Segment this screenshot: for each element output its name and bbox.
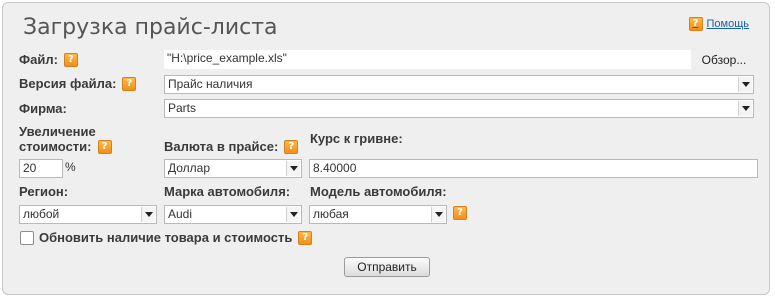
car-brand-select-value: Audi	[168, 207, 193, 221]
currency-label-row: Валюта в прайсе: ?	[164, 139, 299, 154]
help-icon: ?	[688, 17, 703, 31]
car-model-select[interactable]: любая	[309, 205, 447, 224]
rate-input[interactable]: 8.40000	[309, 159, 758, 178]
help-link[interactable]: ? Помощь	[688, 17, 750, 31]
version-label: Версия файла:	[19, 76, 117, 91]
increase-label-line2-row: стоимости: ?	[19, 139, 112, 154]
firm-label-row: Фирма:	[19, 101, 67, 116]
chevron-down-icon	[286, 161, 300, 176]
car-model-help-icon[interactable]: ?	[453, 206, 467, 220]
version-help-icon[interactable]: ?	[122, 76, 137, 91]
increase-input[interactable]: 20	[19, 159, 63, 178]
chevron-down-icon	[286, 207, 300, 222]
help-link-label[interactable]: Помощь	[707, 18, 750, 30]
firm-select[interactable]: Parts	[164, 99, 754, 118]
car-brand-label: Марка автомобиля:	[164, 184, 291, 199]
currency-select[interactable]: Доллар	[164, 159, 302, 178]
version-label-row: Версия файла: ?	[19, 76, 137, 91]
region-label: Регион:	[19, 184, 69, 199]
percent-unit: %	[65, 160, 76, 174]
chevron-down-icon	[141, 207, 155, 222]
region-select[interactable]: любой	[19, 205, 157, 224]
car-brand-select[interactable]: Audi	[164, 205, 302, 224]
page-title: Загрузка прайс-листа	[23, 15, 278, 40]
region-select-value: любой	[23, 207, 60, 221]
increase-help-icon[interactable]: ?	[97, 139, 112, 154]
file-label: Файл:	[19, 52, 58, 67]
firm-label: Фирма:	[19, 101, 67, 116]
currency-select-value: Доллар	[168, 161, 211, 175]
rate-label: Курс к гривне:	[310, 131, 403, 146]
chevron-down-icon	[738, 77, 752, 92]
update-help-icon[interactable]: ?	[298, 230, 313, 245]
increase-label-block: Увеличение стоимости: ?	[19, 124, 112, 154]
chevron-down-icon	[431, 207, 445, 222]
upload-panel: Загрузка прайс-листа ? Помощь	[2, 2, 770, 295]
increase-label-line2: стоимости:	[19, 139, 92, 154]
car-model-label: Модель автомобиля:	[310, 184, 447, 199]
update-checkbox-label[interactable]: Обновить наличие товара и стоимость	[39, 230, 292, 245]
chevron-down-icon	[738, 101, 752, 116]
car-model-select-value: любая	[313, 207, 349, 221]
submit-button[interactable]: Отправить	[344, 257, 430, 277]
car-brand-label-row: Марка автомобиля:	[164, 184, 290, 199]
version-select-value: Прайс наличия	[168, 77, 253, 91]
update-checkbox[interactable]	[20, 231, 34, 245]
update-checkbox-label-row: Обновить наличие товара и стоимость ?	[39, 230, 313, 245]
firm-select-value: Parts	[168, 101, 197, 115]
increase-label-line1: Увеличение	[19, 124, 96, 139]
file-path-input[interactable]: "H:\price_example.xls"	[164, 50, 691, 69]
rate-label-row: Курс к гривне:	[310, 131, 403, 146]
browse-button[interactable]: Обзор...	[693, 50, 755, 69]
file-help-icon[interactable]: ?	[63, 52, 78, 67]
currency-label: Валюта в прайсе:	[164, 139, 279, 154]
car-model-label-row: Модель автомобиля:	[310, 184, 447, 199]
region-label-row: Регион:	[19, 184, 68, 199]
version-select[interactable]: Прайс наличия	[164, 75, 754, 94]
file-label-row: Файл: ?	[19, 52, 78, 67]
currency-help-icon[interactable]: ?	[284, 139, 299, 154]
